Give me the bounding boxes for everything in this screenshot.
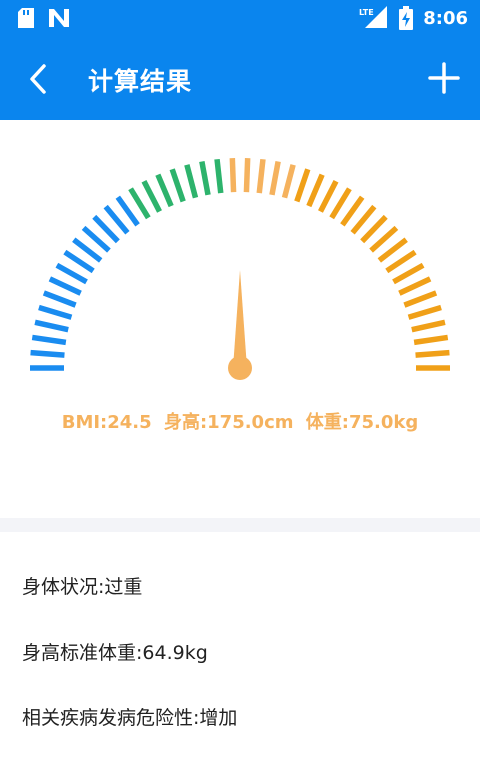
height-value: 身高:175.0cm bbox=[163, 412, 294, 433]
gauge-segment bbox=[55, 262, 88, 285]
gauge-segment bbox=[329, 187, 352, 220]
standard-weight-text: 身高标准体重:64.9kg bbox=[22, 642, 208, 664]
bmi-gauge bbox=[30, 158, 450, 380]
gauge-segment bbox=[415, 349, 450, 358]
gauge-segment bbox=[155, 173, 174, 208]
status-bar-left bbox=[18, 8, 70, 28]
gauge-segment bbox=[243, 158, 251, 193]
gauge-segment bbox=[392, 262, 425, 285]
gauge-segment bbox=[30, 349, 65, 358]
n-notification-icon bbox=[49, 9, 69, 27]
battery-charging-icon bbox=[399, 6, 414, 30]
gauge-segment bbox=[403, 290, 438, 308]
status-time: 8:06 bbox=[423, 7, 468, 29]
app-bar: 计算结果 bbox=[0, 38, 480, 120]
gauge-segment bbox=[256, 158, 266, 194]
gauge-segment bbox=[169, 168, 186, 203]
gauge-segment bbox=[413, 334, 449, 346]
gauge-segment bbox=[42, 290, 77, 308]
measurement-readout: BMI:24.5 身高:175.0cm 体重:75.0kg bbox=[0, 408, 480, 434]
gauge-segment bbox=[281, 164, 296, 199]
gauge-segment bbox=[306, 173, 325, 208]
body-status-text: 身体状况:过重 bbox=[22, 576, 143, 598]
section-divider bbox=[0, 518, 480, 532]
gauge-segment bbox=[294, 168, 311, 203]
gauge-segment bbox=[318, 179, 339, 213]
gauge-segment bbox=[63, 249, 95, 274]
gauge-segment bbox=[199, 160, 211, 196]
bmi-value: BMI:24.5 bbox=[61, 412, 152, 433]
status-bar-right: LTE 8:06 bbox=[359, 6, 468, 30]
gauge-segment bbox=[34, 319, 69, 333]
gauge-segment bbox=[128, 187, 151, 220]
svg-text:LTE: LTE bbox=[359, 8, 374, 17]
weight-value: 体重:75.0kg bbox=[305, 412, 419, 433]
gauge-segment bbox=[407, 304, 442, 320]
gauge-segment bbox=[411, 319, 446, 333]
gauge-segment bbox=[398, 276, 432, 296]
gauge-segment bbox=[31, 334, 67, 346]
gauge-segment bbox=[214, 158, 224, 194]
page-title: 计算结果 bbox=[88, 67, 193, 96]
plus-icon[interactable] bbox=[426, 60, 462, 96]
disease-risk-text: 相关疾病发病危险性:增加 bbox=[22, 707, 238, 729]
gauge-segment bbox=[184, 164, 199, 199]
gauge-segment bbox=[229, 158, 237, 193]
gauge-segment bbox=[269, 160, 281, 196]
gauge-hub bbox=[228, 356, 252, 380]
status-bar: LTE 8:06 bbox=[0, 0, 480, 38]
gauge-segment bbox=[141, 179, 162, 213]
gauge-segment bbox=[38, 304, 73, 320]
lte-signal-icon: LTE bbox=[359, 6, 388, 28]
sd-card-icon bbox=[18, 8, 34, 28]
gauge-segment bbox=[48, 276, 82, 296]
chevron-left-icon[interactable] bbox=[22, 62, 56, 96]
gauge-needle bbox=[233, 270, 247, 368]
gauge-segment bbox=[385, 249, 417, 274]
